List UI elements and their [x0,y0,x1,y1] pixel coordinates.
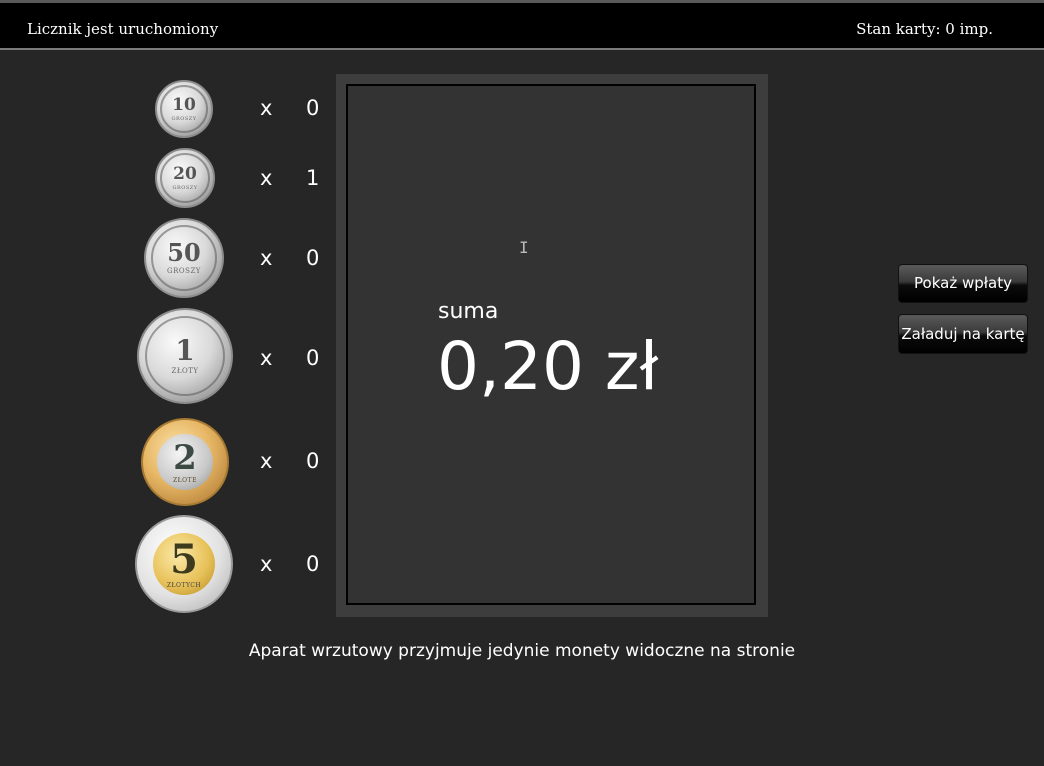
status-bar: Licznik jest uruchomiony Stan karty: 0 i… [0,0,1044,50]
show-payments-button[interactable]: Pokaż wpłaty [898,264,1028,303]
coin-5-zlotych-icon: 5 ZŁOTYCH [135,515,233,613]
multiplier-sign: x [260,246,273,270]
load-card-button[interactable]: Załaduj na kartę [898,314,1028,354]
multiplier-sign: x [260,346,273,370]
coin-count-1-zloty: 0 [306,346,320,370]
coin-count-2-zlote: 0 [306,449,320,473]
coin-50-groszy-icon: 50 GROSZY [144,218,224,298]
coin-count-50-groszy: 0 [306,246,320,270]
coin-1-zloty-icon: 1 ZŁOTY [137,308,233,404]
accepted-coins-note: Aparat wrzutowy przyjmuje jedynie monety… [248,641,796,661]
card-balance: Stan karty: 0 imp. [856,20,993,38]
coin-count-10-groszy: 0 [306,96,320,120]
coin-10-groszy-icon: 10 GROSZY [155,80,213,138]
counter-status: Licznik jest uruchomiony [27,20,219,38]
multiplier-sign: x [260,449,273,473]
coin-20-groszy-icon: 20 GROSZY [155,148,215,208]
text-cursor-icon: I [519,238,529,257]
multiplier-sign: x [260,96,273,120]
coin-count-20-groszy: 1 [306,166,320,190]
sum-label: suma [438,299,499,324]
multiplier-sign: x [260,166,273,190]
multiplier-sign: x [260,552,273,576]
coin-count-5-zlotych: 0 [306,552,320,576]
sum-value: 0,20 zł [437,328,659,405]
coin-2-zlote-icon: 2 ZŁOTE [141,418,229,506]
